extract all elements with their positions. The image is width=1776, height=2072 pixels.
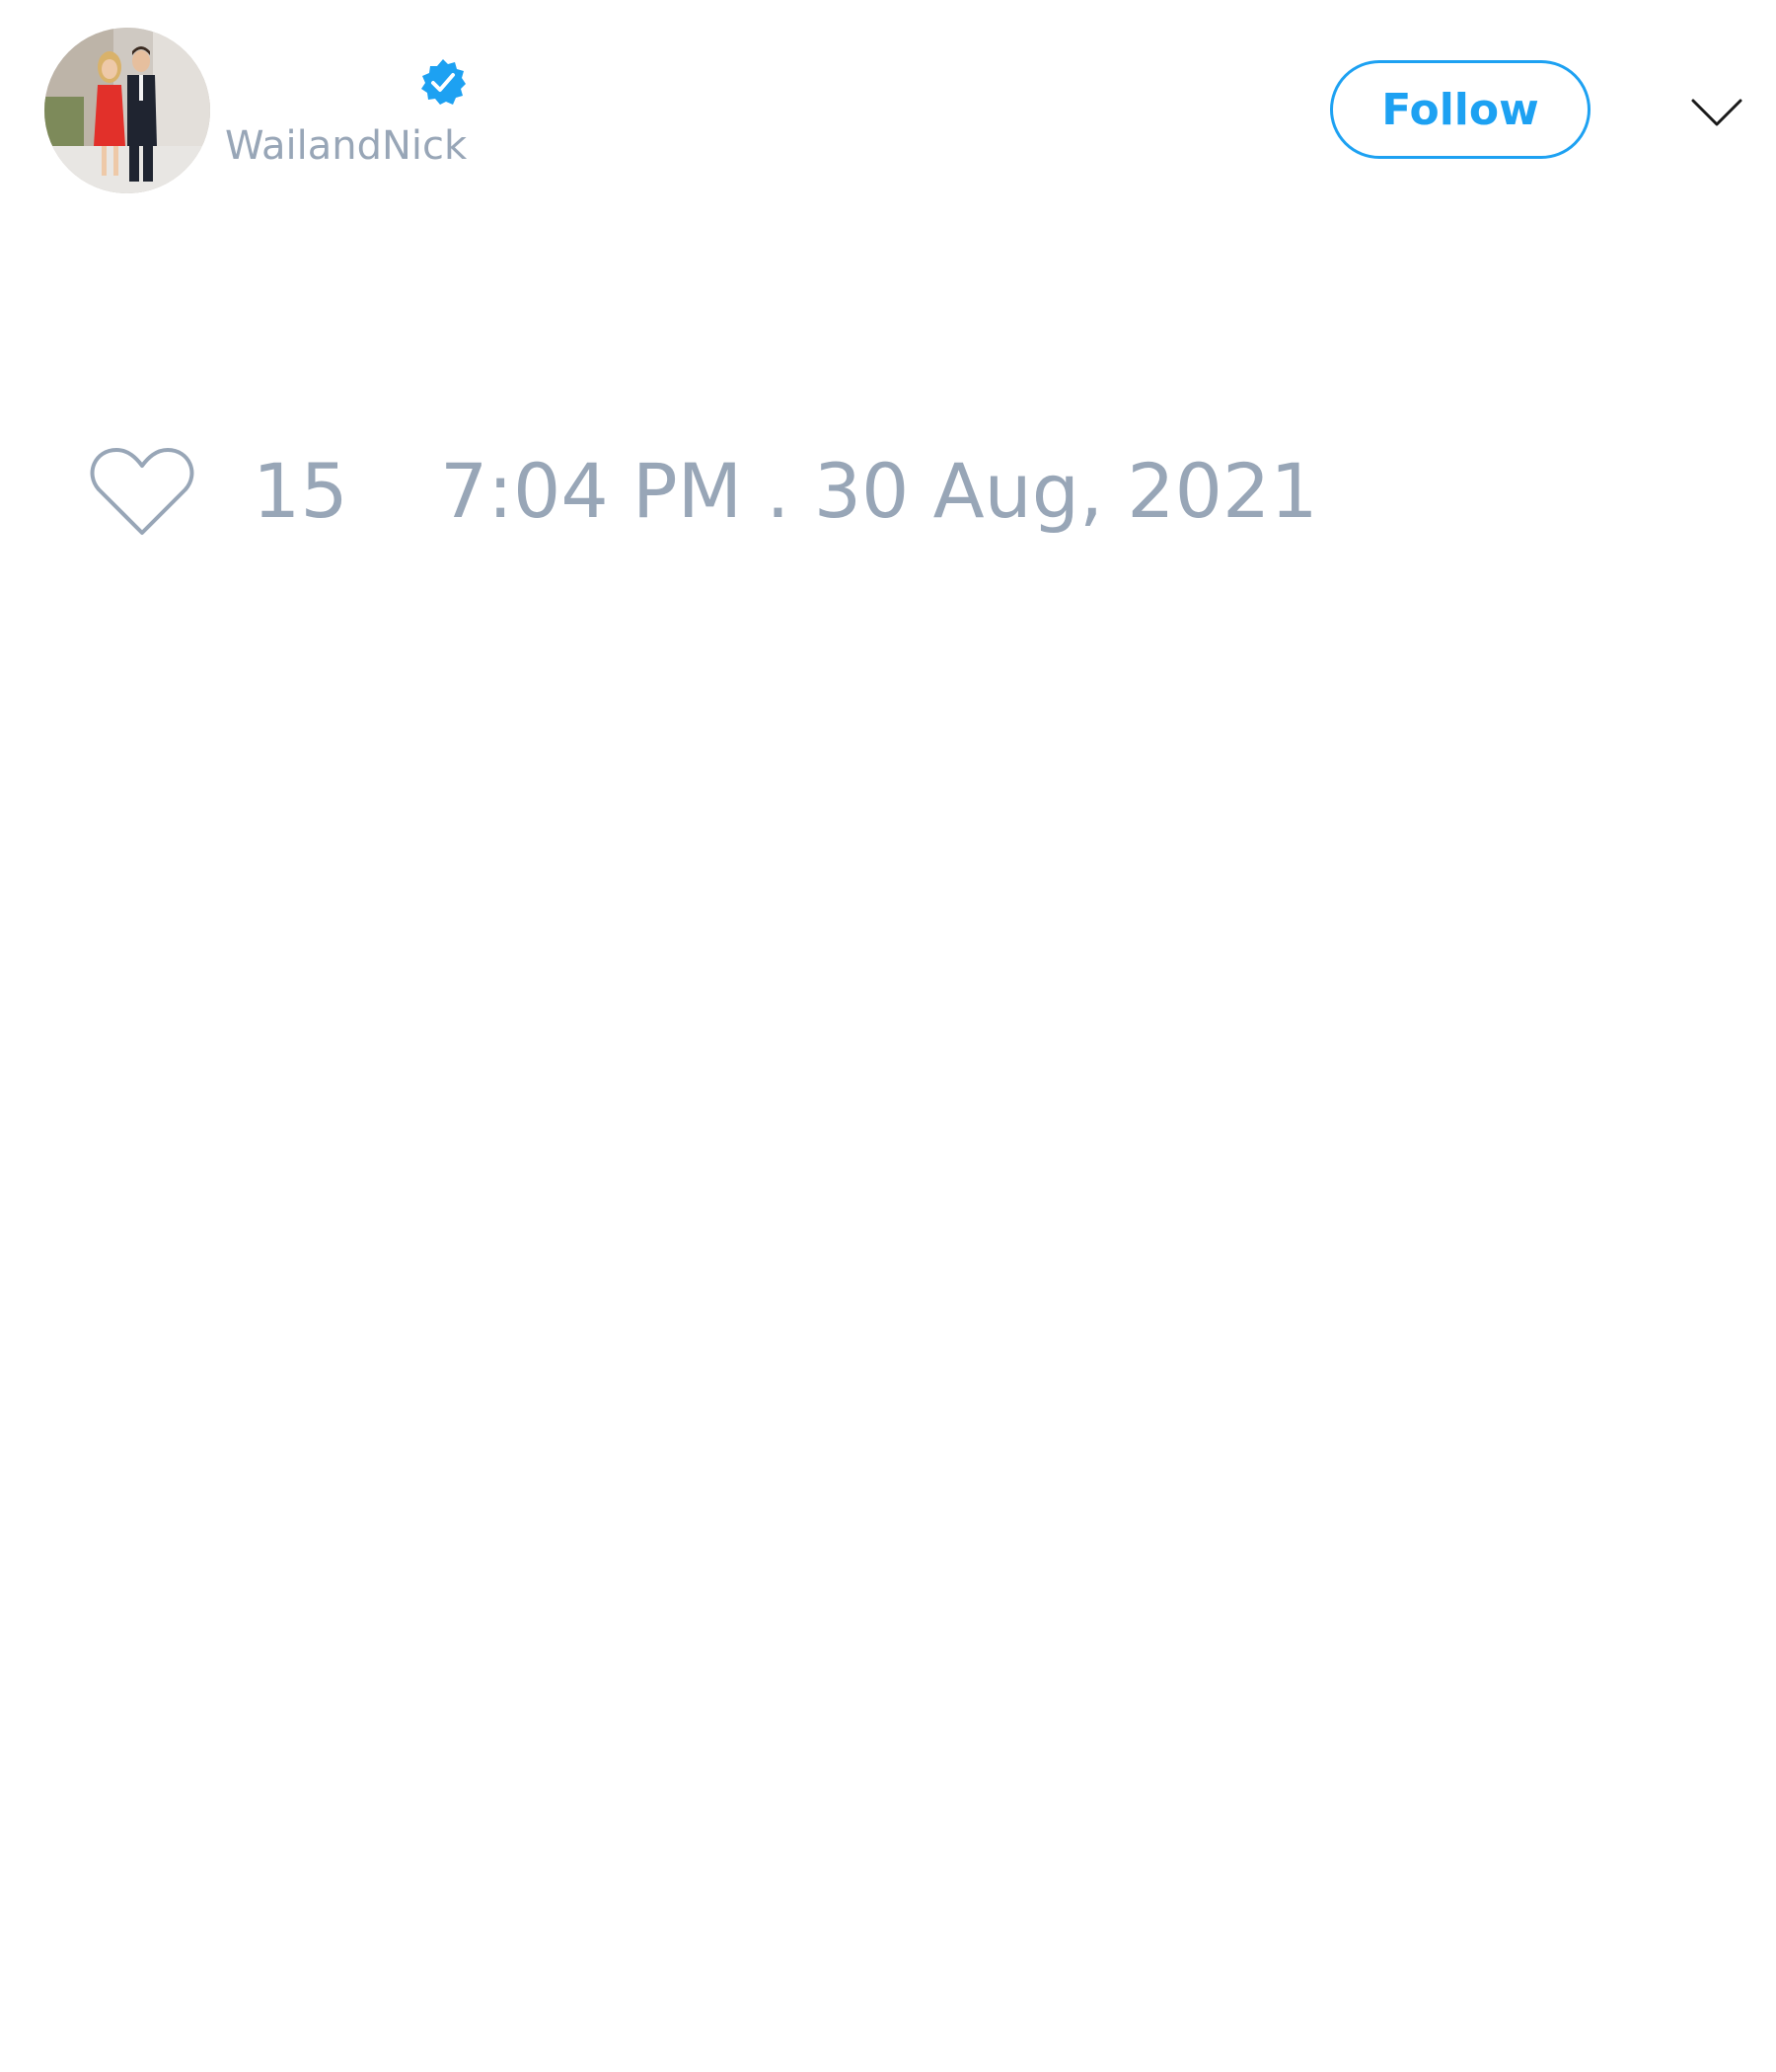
like-button[interactable] xyxy=(87,444,197,543)
user-identity: WailandNick xyxy=(225,49,718,187)
chevron-down-icon xyxy=(1691,99,1742,126)
verified-badge-icon xyxy=(418,57,468,107)
avatar[interactable] xyxy=(44,28,210,193)
follow-button[interactable]: Follow xyxy=(1330,60,1591,159)
tweet-timestamp[interactable]: 7:04 PM . 30 Aug, 2021 xyxy=(440,454,1318,529)
avatar-photo-icon xyxy=(44,28,210,193)
user-handle[interactable]: WailandNick xyxy=(225,126,467,166)
heart-icon xyxy=(90,448,194,535)
more-options-button[interactable] xyxy=(1689,87,1744,136)
tweet-card: WailandNick Follow 15 7:04 PM . 30 Aug, … xyxy=(0,0,1776,2072)
tweet-header: WailandNick Follow xyxy=(0,0,1776,227)
like-count: 15 xyxy=(253,447,348,535)
tweet-actions: 15 7:04 PM . 30 Aug, 2021 xyxy=(0,434,1776,553)
